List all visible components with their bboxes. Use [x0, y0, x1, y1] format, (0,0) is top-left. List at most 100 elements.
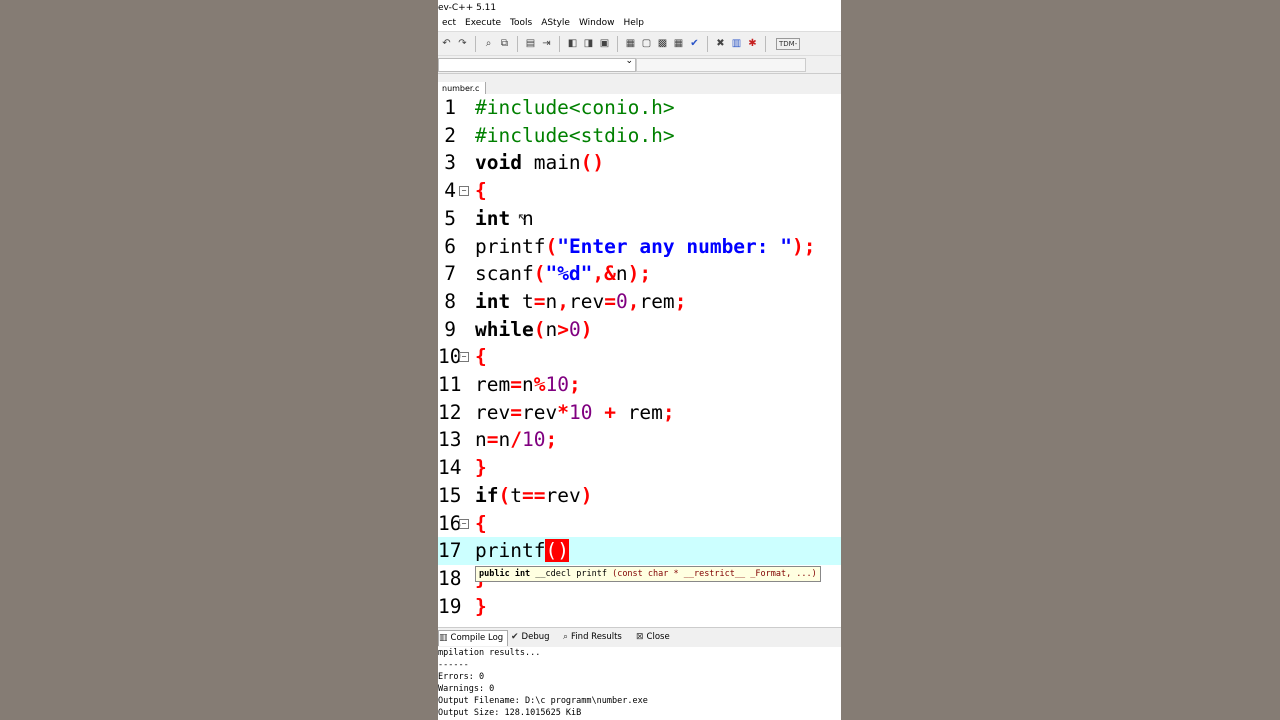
- menu-project[interactable]: ect: [438, 16, 461, 31]
- code-line: 7 scanf("%d",&n);: [438, 260, 841, 288]
- tab-compile-log[interactable]: ▥ Compile Log: [438, 630, 508, 646]
- fold-toggle-icon[interactable]: −: [459, 352, 469, 363]
- log-line: mpilation results...: [438, 648, 541, 658]
- code-line: 15 if(t==rev): [438, 482, 841, 510]
- class-browser-bar: ⌄: [438, 56, 841, 74]
- code-text: int t=n,rev=0,rem;: [475, 289, 687, 313]
- code-line: 3 void main(): [438, 149, 841, 177]
- code-text: scanf("%d",&n);: [475, 262, 652, 286]
- menu-window[interactable]: Window: [575, 16, 620, 31]
- log-line: Errors: 0: [438, 672, 485, 682]
- fold-toggle-icon[interactable]: −: [459, 518, 469, 529]
- undo-icon[interactable]: ↶: [440, 37, 453, 50]
- code-text: rem=n%10;: [475, 373, 581, 396]
- indent-icon[interactable]: ◨: [582, 37, 595, 50]
- toolbar: ↶ ↷ ⌕ ⧉ ▤ ⇥ ◧ ◨ ▣ ▦ ▢ ▩ ▦ ✔ ✖ ▥ ✱ TDM-: [438, 31, 841, 56]
- redo-icon[interactable]: ↷: [456, 37, 469, 50]
- bottom-panel-tabs: ▥ Compile Log ✔ Debug ⌕ Find Results ⊠ Close: [438, 627, 841, 648]
- mouse-cursor-icon: ↖: [517, 211, 528, 226]
- close-icon: ⊠: [636, 632, 644, 642]
- code-text: while(n>0): [475, 317, 593, 341]
- chevron-down-icon: ⌄: [625, 56, 633, 66]
- line-number: 18: [438, 566, 462, 590]
- compile-run-icon[interactable]: ▩: [656, 37, 669, 50]
- check-syntax-icon[interactable]: ✔: [688, 37, 701, 50]
- code-editor[interactable]: 1 #include<conio.h> 2 #include<stdio.h> 3v…: [438, 94, 841, 624]
- toolbar-separator: [517, 35, 518, 52]
- code-line-active: 17 printf(): [438, 537, 841, 565]
- compiler-select[interactable]: TDM-: [776, 37, 801, 50]
- compile-log-output: mpilation results... ------ Errors: 0 Wa…: [438, 647, 841, 720]
- code-line: 16−{: [438, 510, 841, 538]
- menu-astyle[interactable]: AStyle: [537, 16, 575, 31]
- code-text: printf("Enter any number: ");: [475, 234, 816, 258]
- member-combo[interactable]: [636, 58, 806, 72]
- rebuild-icon[interactable]: ▦: [672, 37, 685, 50]
- code-line: 12 rev=rev*10 + rem;: [438, 399, 841, 427]
- tab-close[interactable]: ⊠ Close: [636, 630, 670, 645]
- code-line: 5 int n: [438, 205, 841, 233]
- code-text: printf(): [475, 539, 569, 563]
- line-number: 7: [444, 262, 456, 286]
- unindent-icon[interactable]: ◧: [566, 37, 579, 50]
- tab-find-results[interactable]: ⌕ Find Results: [563, 630, 622, 645]
- chart-icon[interactable]: ▥: [730, 37, 743, 50]
- comment-icon[interactable]: ▣: [598, 37, 611, 50]
- find-icon: ⌕: [563, 632, 569, 642]
- code-text: void main(): [475, 151, 605, 175]
- function-signature-tooltip: public int __cdecl printf (const char * …: [475, 566, 821, 582]
- ide-window: ev-C++ 5.11 ect Execute Tools AStyle Win…: [438, 0, 841, 720]
- class-combo[interactable]: ⌄: [438, 56, 636, 72]
- log-line: ------: [438, 660, 469, 670]
- tab-debug[interactable]: ✔ Debug: [511, 630, 550, 645]
- chart-icon: ▥: [439, 633, 448, 643]
- line-number: 8: [444, 289, 456, 313]
- checkmark-icon: ✔: [511, 632, 519, 642]
- fold-toggle-icon[interactable]: −: [459, 186, 469, 197]
- line-number: 2: [444, 123, 456, 147]
- menu-bar: ect Execute Tools AStyle Window Help: [438, 16, 841, 31]
- run-icon[interactable]: ▢: [640, 37, 653, 50]
- code-line: 10−{: [438, 343, 841, 371]
- toggle-bookmark-icon[interactable]: ▤: [524, 37, 537, 50]
- compile-icon[interactable]: ▦: [624, 37, 637, 50]
- code-text: rev=rev*10 + rem;: [475, 400, 675, 424]
- find-icon[interactable]: ⌕: [482, 37, 495, 50]
- code-line: 19}: [438, 593, 841, 621]
- code-line: 6 printf("Enter any number: ");: [438, 233, 841, 261]
- line-number: 14: [438, 456, 462, 480]
- code-text: }: [475, 456, 487, 480]
- menu-execute[interactable]: Execute: [461, 16, 506, 31]
- line-number: 3: [444, 151, 456, 175]
- toolbar-separator: [617, 35, 618, 52]
- line-number: 10: [438, 345, 462, 369]
- line-number: 12: [438, 400, 462, 424]
- code-text: {: [475, 345, 487, 369]
- goto-line-icon[interactable]: ⇥: [540, 37, 553, 50]
- window-title: ev-C++ 5.11: [438, 0, 841, 16]
- line-number: 1: [444, 96, 456, 119]
- menu-tools[interactable]: Tools: [506, 16, 537, 31]
- line-number: 13: [438, 428, 462, 452]
- code-line: 11 rem=n%10;: [438, 371, 841, 399]
- code-text: {: [475, 511, 487, 535]
- menu-help[interactable]: Help: [619, 16, 649, 31]
- line-number: 17: [438, 539, 462, 563]
- line-number: 6: [444, 234, 456, 258]
- debug-icon[interactable]: ✱: [746, 37, 759, 50]
- line-number: 16: [438, 511, 462, 535]
- code-line: 8 int t=n,rev=0,rem;: [438, 288, 841, 316]
- replace-icon[interactable]: ⧉: [498, 37, 511, 50]
- line-number: 4: [444, 179, 456, 203]
- toolbar-separator: [559, 35, 560, 52]
- code-text: if(t==rev): [475, 483, 593, 507]
- stop-icon[interactable]: ✖: [714, 37, 727, 50]
- toolbar-separator: [475, 35, 476, 52]
- code-text: }: [475, 594, 487, 618]
- line-number: 5: [444, 206, 456, 230]
- log-line: Warnings: 0: [438, 684, 495, 694]
- bracket-error-highlight: (): [545, 539, 569, 563]
- line-number: 19: [438, 594, 462, 618]
- code-text: n=n/10;: [475, 428, 558, 452]
- toolbar-separator: [765, 35, 766, 52]
